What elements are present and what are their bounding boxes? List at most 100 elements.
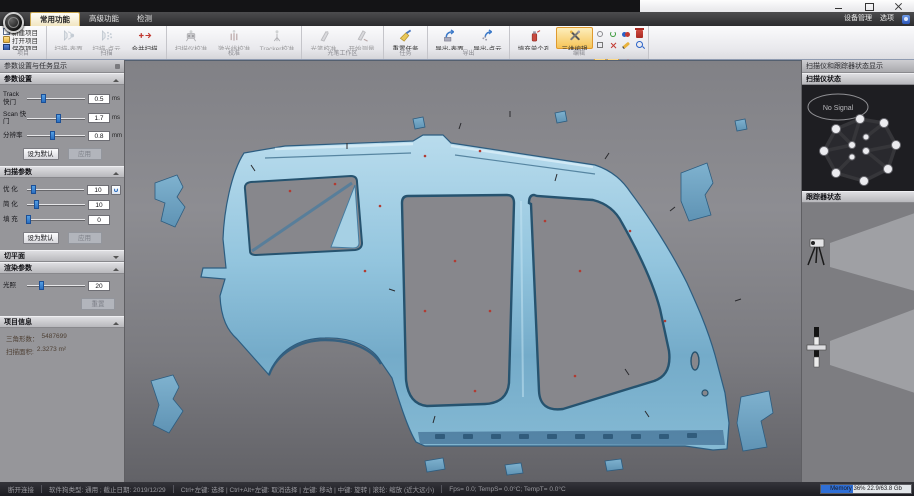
- maximize-icon[interactable]: [864, 2, 874, 11]
- apply-button[interactable]: 应用: [68, 148, 102, 160]
- scan-shutter-slider[interactable]: [27, 113, 85, 124]
- dongle-info: 软件狗类型: 通用 ; 截止日期: 2019/12/29: [49, 484, 166, 494]
- export-pointcloud-icon: [480, 29, 496, 42]
- reset-task-button[interactable]: 重置任务: [387, 27, 424, 49]
- slider-thumb[interactable]: [50, 131, 55, 140]
- slider-row-track-shutter: Track 快门 0.5 ms: [3, 91, 121, 107]
- lighting-slider[interactable]: [27, 280, 85, 291]
- ribbon-group-export: 导出-表面 导出-点云 导出: [428, 26, 510, 59]
- optimize-slider[interactable]: [27, 184, 84, 195]
- fill-single-hole-button[interactable]: 填充单个孔: [513, 27, 555, 49]
- minimize-icon[interactable]: [834, 2, 844, 11]
- set-default-button[interactable]: 设为默认: [23, 148, 59, 160]
- refresh-selection-icon[interactable]: [607, 29, 619, 39]
- edit-tool-grid: [594, 27, 632, 49]
- set-default-button[interactable]: 设为默认: [23, 232, 59, 244]
- probe-calibration-button[interactable]: 光笔校准: [305, 27, 342, 49]
- track-shutter-slider[interactable]: [27, 93, 85, 104]
- simplify-slider[interactable]: [27, 199, 85, 210]
- slider-thumb[interactable]: [26, 215, 31, 224]
- tab-common-functions[interactable]: 常用功能: [30, 12, 80, 26]
- scan-surface-button[interactable]: 扫描-表面: [50, 27, 87, 49]
- collapse-icon: [113, 256, 119, 259]
- triangle-count-row: 三角形数： 5487699: [6, 333, 121, 343]
- ribbon-toolbar: 新建项目 打开项目 保存项目 项目 扫描-表面 扫描-点云 合并扫描 扫描 扫描…: [0, 26, 914, 60]
- zoom-tool-icon[interactable]: [636, 41, 644, 49]
- slider-row-fill: 填 充 0: [3, 214, 121, 225]
- ribbon-group-task: 重置任务 任务: [384, 26, 428, 59]
- collapse-icon: [113, 322, 119, 325]
- scan-pointcloud-button[interactable]: 扫描-点云: [88, 27, 125, 49]
- rectangle-select-icon[interactable]: [594, 40, 606, 50]
- app-logo-icon[interactable]: [3, 12, 24, 33]
- export-pointcloud-button[interactable]: 导出-点云: [469, 27, 506, 49]
- scanner-calibration-button[interactable]: 扫描仪校准: [170, 27, 212, 49]
- delete-all-icon[interactable]: [636, 30, 644, 38]
- ribbon-tab-strip: 常用功能 高级功能 检测 设备管理 选项: [0, 12, 914, 26]
- edit-3d-button[interactable]: 三维编辑: [556, 27, 593, 49]
- menu-options[interactable]: 选项: [880, 12, 894, 26]
- fill-slider[interactable]: [27, 214, 85, 225]
- edit-3d-icon: [567, 29, 583, 42]
- slider-thumb[interactable]: [56, 114, 61, 123]
- edit-tool-column: [633, 27, 645, 49]
- visibility-tool-icon[interactable]: [594, 29, 606, 39]
- section-body-parameters: Track 快门 0.5 ms Scan 快门 1.7 ms 分辨率 0.8 m…: [0, 85, 124, 166]
- slider-thumb[interactable]: [31, 185, 36, 194]
- section-header-parameters[interactable]: 参数设置: [0, 73, 124, 85]
- section-header-render-params[interactable]: 渲染参数: [0, 262, 124, 274]
- title-bar: [0, 0, 914, 12]
- tracker-calibration-button[interactable]: Tracker校准: [256, 27, 298, 49]
- ribbon-group-probe-workspace: 光笔校准 开始测量 光笔工作区: [302, 26, 384, 59]
- resolution-slider[interactable]: [27, 130, 85, 141]
- start-measurement-icon: [354, 29, 370, 42]
- group-label-task: 任务: [384, 50, 427, 59]
- optimize-value[interactable]: 10: [87, 185, 109, 195]
- 3d-viewport[interactable]: [125, 60, 801, 482]
- section-header-project-info[interactable]: 项目信息: [0, 316, 124, 328]
- status-panel: 扫描仪和跟踪器状态显示 扫描仪状态 No Signal 跟踪器状态: [801, 60, 914, 482]
- pin-icon[interactable]: [115, 64, 120, 69]
- close-icon[interactable]: [894, 2, 904, 11]
- start-measurement-button[interactable]: 开始测量: [343, 27, 380, 49]
- scan-pointcloud-icon: [99, 29, 115, 42]
- fill-value[interactable]: 0: [88, 215, 110, 225]
- section-header-scanner-status[interactable]: 扫描仪状态: [802, 73, 914, 85]
- help-icon[interactable]: [902, 15, 910, 24]
- resolution-value[interactable]: 0.8: [88, 131, 110, 141]
- laser-calibration-icon: [226, 29, 242, 42]
- collapse-icon: [113, 172, 119, 175]
- ribbon-group-scan: 扫描-表面 扫描-点云 合并扫描 扫描: [47, 26, 167, 59]
- section-header-scan-params[interactable]: 扫描参数: [0, 166, 124, 178]
- menu-device-management[interactable]: 设备管理: [844, 12, 872, 26]
- track-shutter-value[interactable]: 0.5: [88, 94, 110, 104]
- car-body-mesh: [201, 111, 741, 450]
- apply-button[interactable]: 应用: [68, 232, 102, 244]
- invert-selection-icon[interactable]: [620, 29, 632, 39]
- section-header-tracker-status[interactable]: 跟踪器状态: [802, 191, 914, 203]
- reset-button[interactable]: 重置: [81, 298, 115, 310]
- slider-thumb[interactable]: [34, 200, 39, 209]
- draw-edit-icon[interactable]: [620, 40, 632, 50]
- merge-scan-button[interactable]: 合并扫描: [126, 27, 163, 49]
- simplify-value[interactable]: 10: [88, 200, 110, 210]
- merge-scan-icon: [137, 29, 153, 42]
- parameter-panel: 参数设置与任务显示 参数设置 Track 快门 0.5 ms Scan 快门 1…: [0, 60, 125, 482]
- tab-advanced-functions[interactable]: 高级功能: [80, 12, 128, 26]
- slider-row-optimize: 优 化 10: [3, 184, 121, 195]
- group-label-edit: 编辑: [510, 50, 648, 59]
- refresh-icon[interactable]: [111, 185, 121, 195]
- tab-inspection[interactable]: 检测: [128, 12, 161, 26]
- slider-thumb[interactable]: [39, 281, 44, 290]
- section-header-clip-plane[interactable]: 切平面: [0, 250, 124, 262]
- export-surface-button[interactable]: 导出-表面: [431, 27, 468, 49]
- scanner-calibration-icon: [183, 29, 199, 42]
- scan-shutter-value[interactable]: 1.7: [88, 113, 110, 123]
- lighting-value[interactable]: 20: [88, 281, 110, 291]
- slider-thumb[interactable]: [41, 94, 46, 103]
- mouse-hints: Ctrl+左键: 选择 | Ctrl+Alt+左键: 取消选择 | 左键: 移动…: [181, 484, 435, 494]
- tracker-fov-2: [830, 309, 914, 393]
- laser-calibration-button[interactable]: 激光线校准: [213, 27, 255, 49]
- group-label-calibration: 校准: [167, 50, 301, 59]
- delete-selection-icon[interactable]: [607, 40, 619, 50]
